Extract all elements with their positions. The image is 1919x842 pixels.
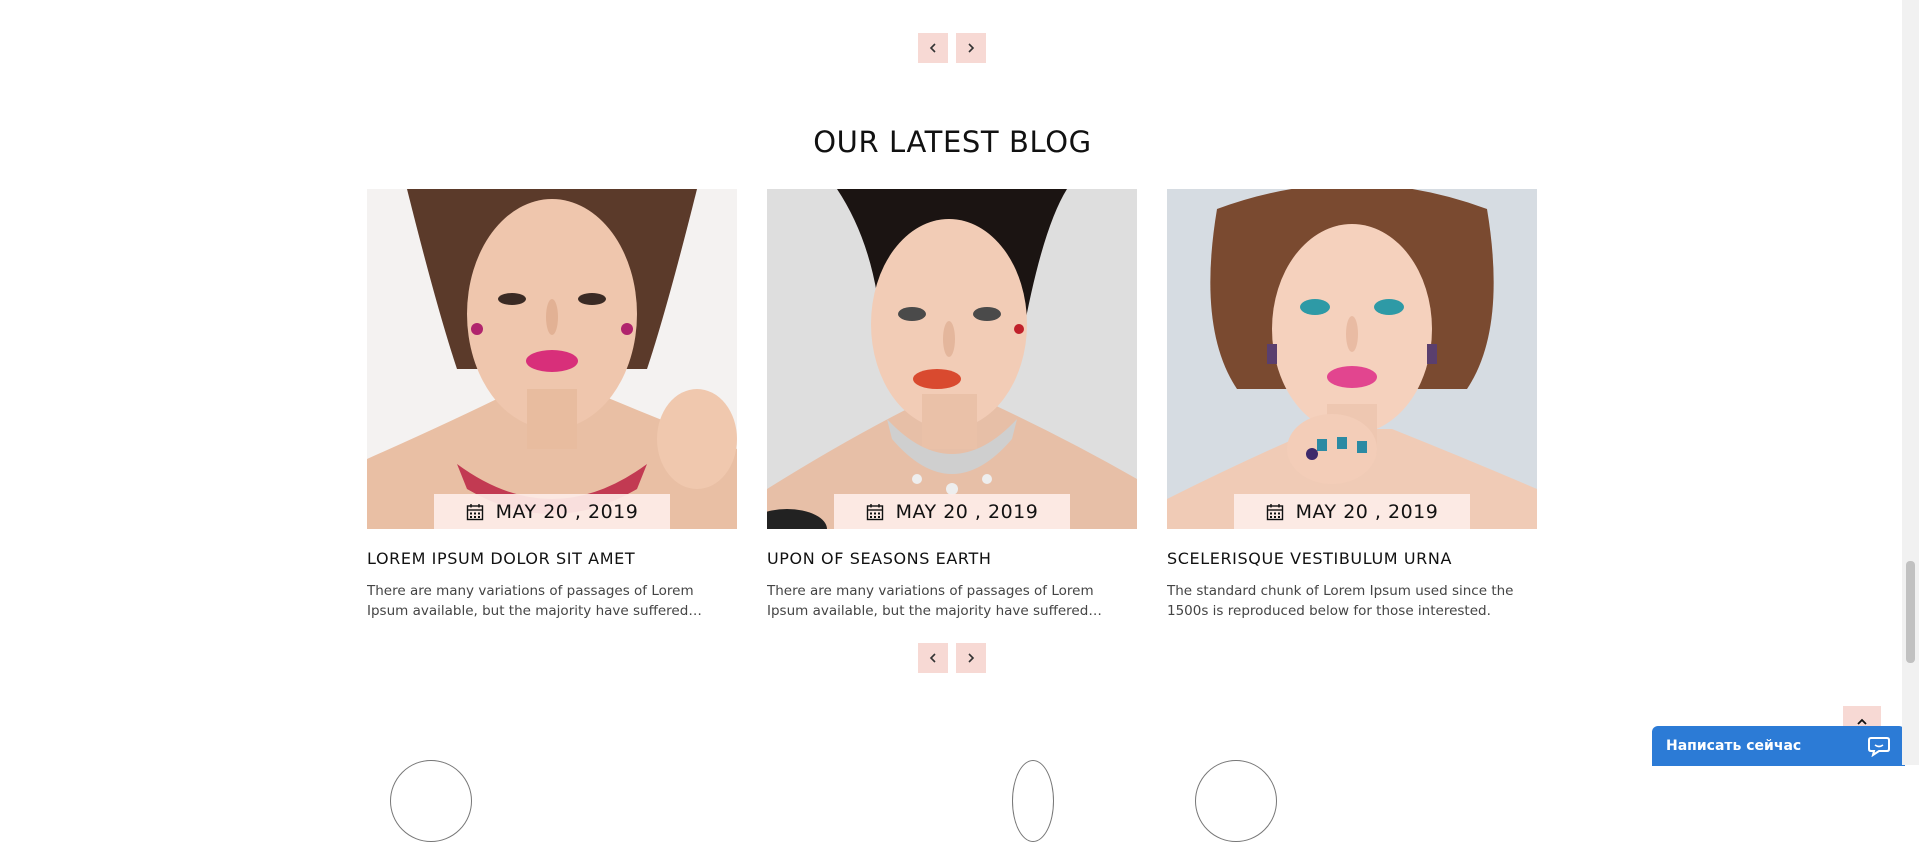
post-title-link[interactable]: LOREM IPSUM DOLOR SIT AMET [367,549,737,568]
chat-bubble-icon [1868,737,1890,757]
blog-image[interactable]: MAY 20 , 2019 [367,189,737,529]
feature-circle [1195,760,1277,842]
chevron-left-icon [929,43,936,53]
blog-card: MAY 20 , 2019 SCELERISQUE VESTIBULUM URN… [1167,189,1537,621]
post-excerpt: The standard chunk of Lorem Ipsum used s… [1167,583,1514,619]
chevron-right-icon [968,43,975,53]
calendar-icon [1266,503,1283,520]
blog-image[interactable]: MAY 20 , 2019 [767,189,1137,529]
date-badge: MAY 20 , 2019 [834,494,1070,529]
scrollbar-thumb[interactable] [1906,561,1915,663]
top-next-button[interactable] [956,33,986,63]
chat-label: Написать сейчас [1666,738,1802,754]
date-badge: MAY 20 , 2019 [434,494,670,529]
feature-circle [1012,760,1054,842]
section-title: OUR LATEST BLOG [813,125,1092,159]
chevron-right-icon [968,653,975,663]
blog-card: MAY 20 , 2019 LOREM IPSUM DOLOR SIT AMET… [367,189,737,621]
post-date: MAY 20 , 2019 [495,500,639,523]
post-title-link[interactable]: SCELERISQUE VESTIBULUM URNA [1167,549,1537,568]
woman-portrait-image [1167,189,1537,529]
post-excerpt: There are many variations of passages of… [367,583,694,619]
woman-portrait-image [367,189,737,529]
blog-next-button[interactable] [956,643,986,673]
date-badge: MAY 20 , 2019 [1234,494,1470,529]
top-carousel-nav [918,33,986,63]
blog-card: MAY 20 , 2019 UPON OF SEASONS EARTH Ther… [767,189,1137,621]
feature-circle [390,760,472,842]
chat-widget-button[interactable]: Написать сейчас [1652,726,1905,766]
post-excerpt: There are many variations of passages of… [767,583,1094,619]
calendar-icon [866,503,883,520]
top-prev-button[interactable] [918,33,948,63]
woman-portrait-image [767,189,1137,529]
blog-image[interactable]: MAY 20 , 2019 [1167,189,1537,529]
chevron-left-icon [929,653,936,663]
page: OUR LATEST BLOG MAY 20 , 2019 LOREM IPSU… [0,0,1919,842]
blog-prev-button[interactable] [918,643,948,673]
calendar-icon [466,503,483,520]
vertical-scrollbar[interactable] [1902,0,1919,765]
post-title-link[interactable]: UPON OF SEASONS EARTH [767,549,1137,568]
post-date: MAY 20 , 2019 [895,500,1039,523]
post-date: MAY 20 , 2019 [1295,500,1439,523]
blog-carousel-nav [918,643,986,673]
